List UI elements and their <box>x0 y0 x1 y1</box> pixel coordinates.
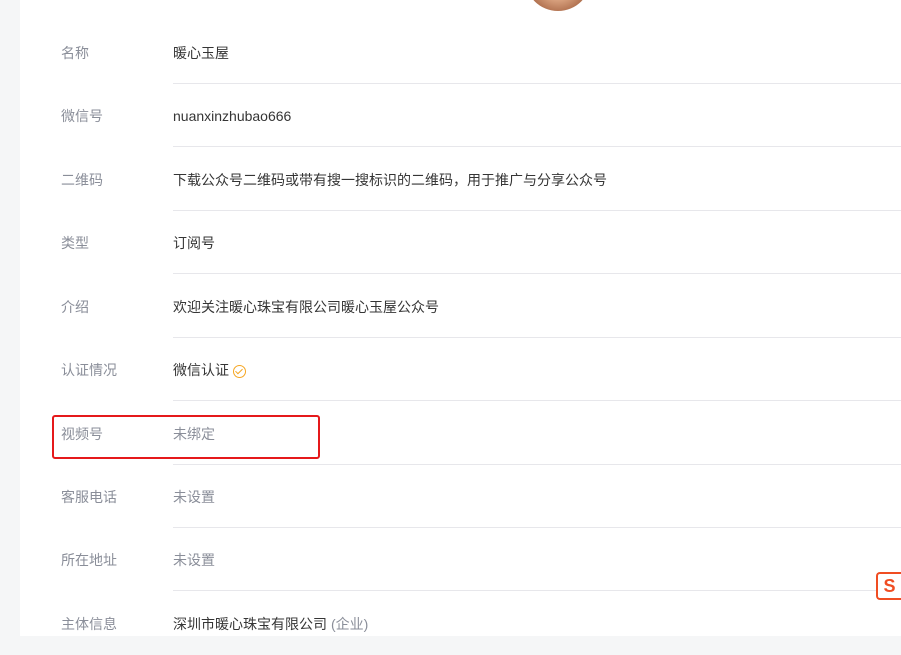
row-service-phone: 客服电话 未设置 <box>20 466 901 528</box>
row-value: 未设置 <box>173 552 215 568</box>
row-address: 所在地址 未设置 <box>20 529 901 591</box>
row-value: 订阅号 <box>173 235 215 251</box>
row-value: 深圳市暖心珠宝有限公司 (企业) <box>173 593 368 655</box>
row-value: 未设置 <box>173 489 215 505</box>
row-label: 所在地址 <box>61 552 117 568</box>
row-type: 类型 订阅号 <box>20 212 901 274</box>
row-label: 认证情况 <box>61 362 117 378</box>
s-logo-icon[interactable]: S <box>876 572 901 600</box>
divider <box>173 337 901 338</box>
highlight-box <box>52 415 320 459</box>
divider <box>173 527 901 528</box>
row-label: 介绍 <box>61 299 89 315</box>
entity-name: 深圳市暖心珠宝有限公司 <box>173 616 327 632</box>
row-label: 客服电话 <box>61 489 117 505</box>
entity-type: (企业) <box>331 616 369 632</box>
row-value: 暖心玉屋 <box>173 45 229 61</box>
avatar <box>525 0 591 11</box>
row-value: 微信认证 <box>173 339 246 401</box>
row-value[interactable]: 下载公众号二维码或带有搜一搜标识的二维码，用于推广与分享公众号 <box>173 149 607 211</box>
row-verification: 认证情况 微信认证 <box>20 339 901 401</box>
row-label: 主体信息 <box>61 616 117 632</box>
row-value: 欢迎关注暖心珠宝有限公司暖心玉屋公众号 <box>173 299 439 315</box>
divider <box>173 273 901 274</box>
verification-text: 微信认证 <box>173 362 229 378</box>
row-name: 名称 暖心玉屋 <box>20 22 901 84</box>
row-entity: 主体信息 深圳市暖心珠宝有限公司 (企业) <box>20 593 901 655</box>
check-circle-icon <box>233 365 246 378</box>
divider <box>173 146 901 147</box>
row-label: 微信号 <box>61 108 103 124</box>
divider <box>173 590 901 591</box>
row-label: 二维码 <box>61 172 103 188</box>
divider <box>173 400 901 401</box>
divider <box>173 83 901 84</box>
row-label: 名称 <box>61 45 89 61</box>
row-value: nuanxinzhubao666 <box>173 108 292 124</box>
row-qrcode: 二维码 下载公众号二维码或带有搜一搜标识的二维码，用于推广与分享公众号 <box>20 149 901 211</box>
divider <box>173 464 901 465</box>
row-intro: 介绍 欢迎关注暖心珠宝有限公司暖心玉屋公众号 <box>20 276 901 338</box>
divider <box>173 210 901 211</box>
row-wechat-id: 微信号 nuanxinzhubao666 <box>20 85 901 147</box>
row-label: 类型 <box>61 235 89 251</box>
account-info-panel: 名称 暖心玉屋 微信号 nuanxinzhubao666 二维码 下载公众号二维… <box>20 0 901 636</box>
